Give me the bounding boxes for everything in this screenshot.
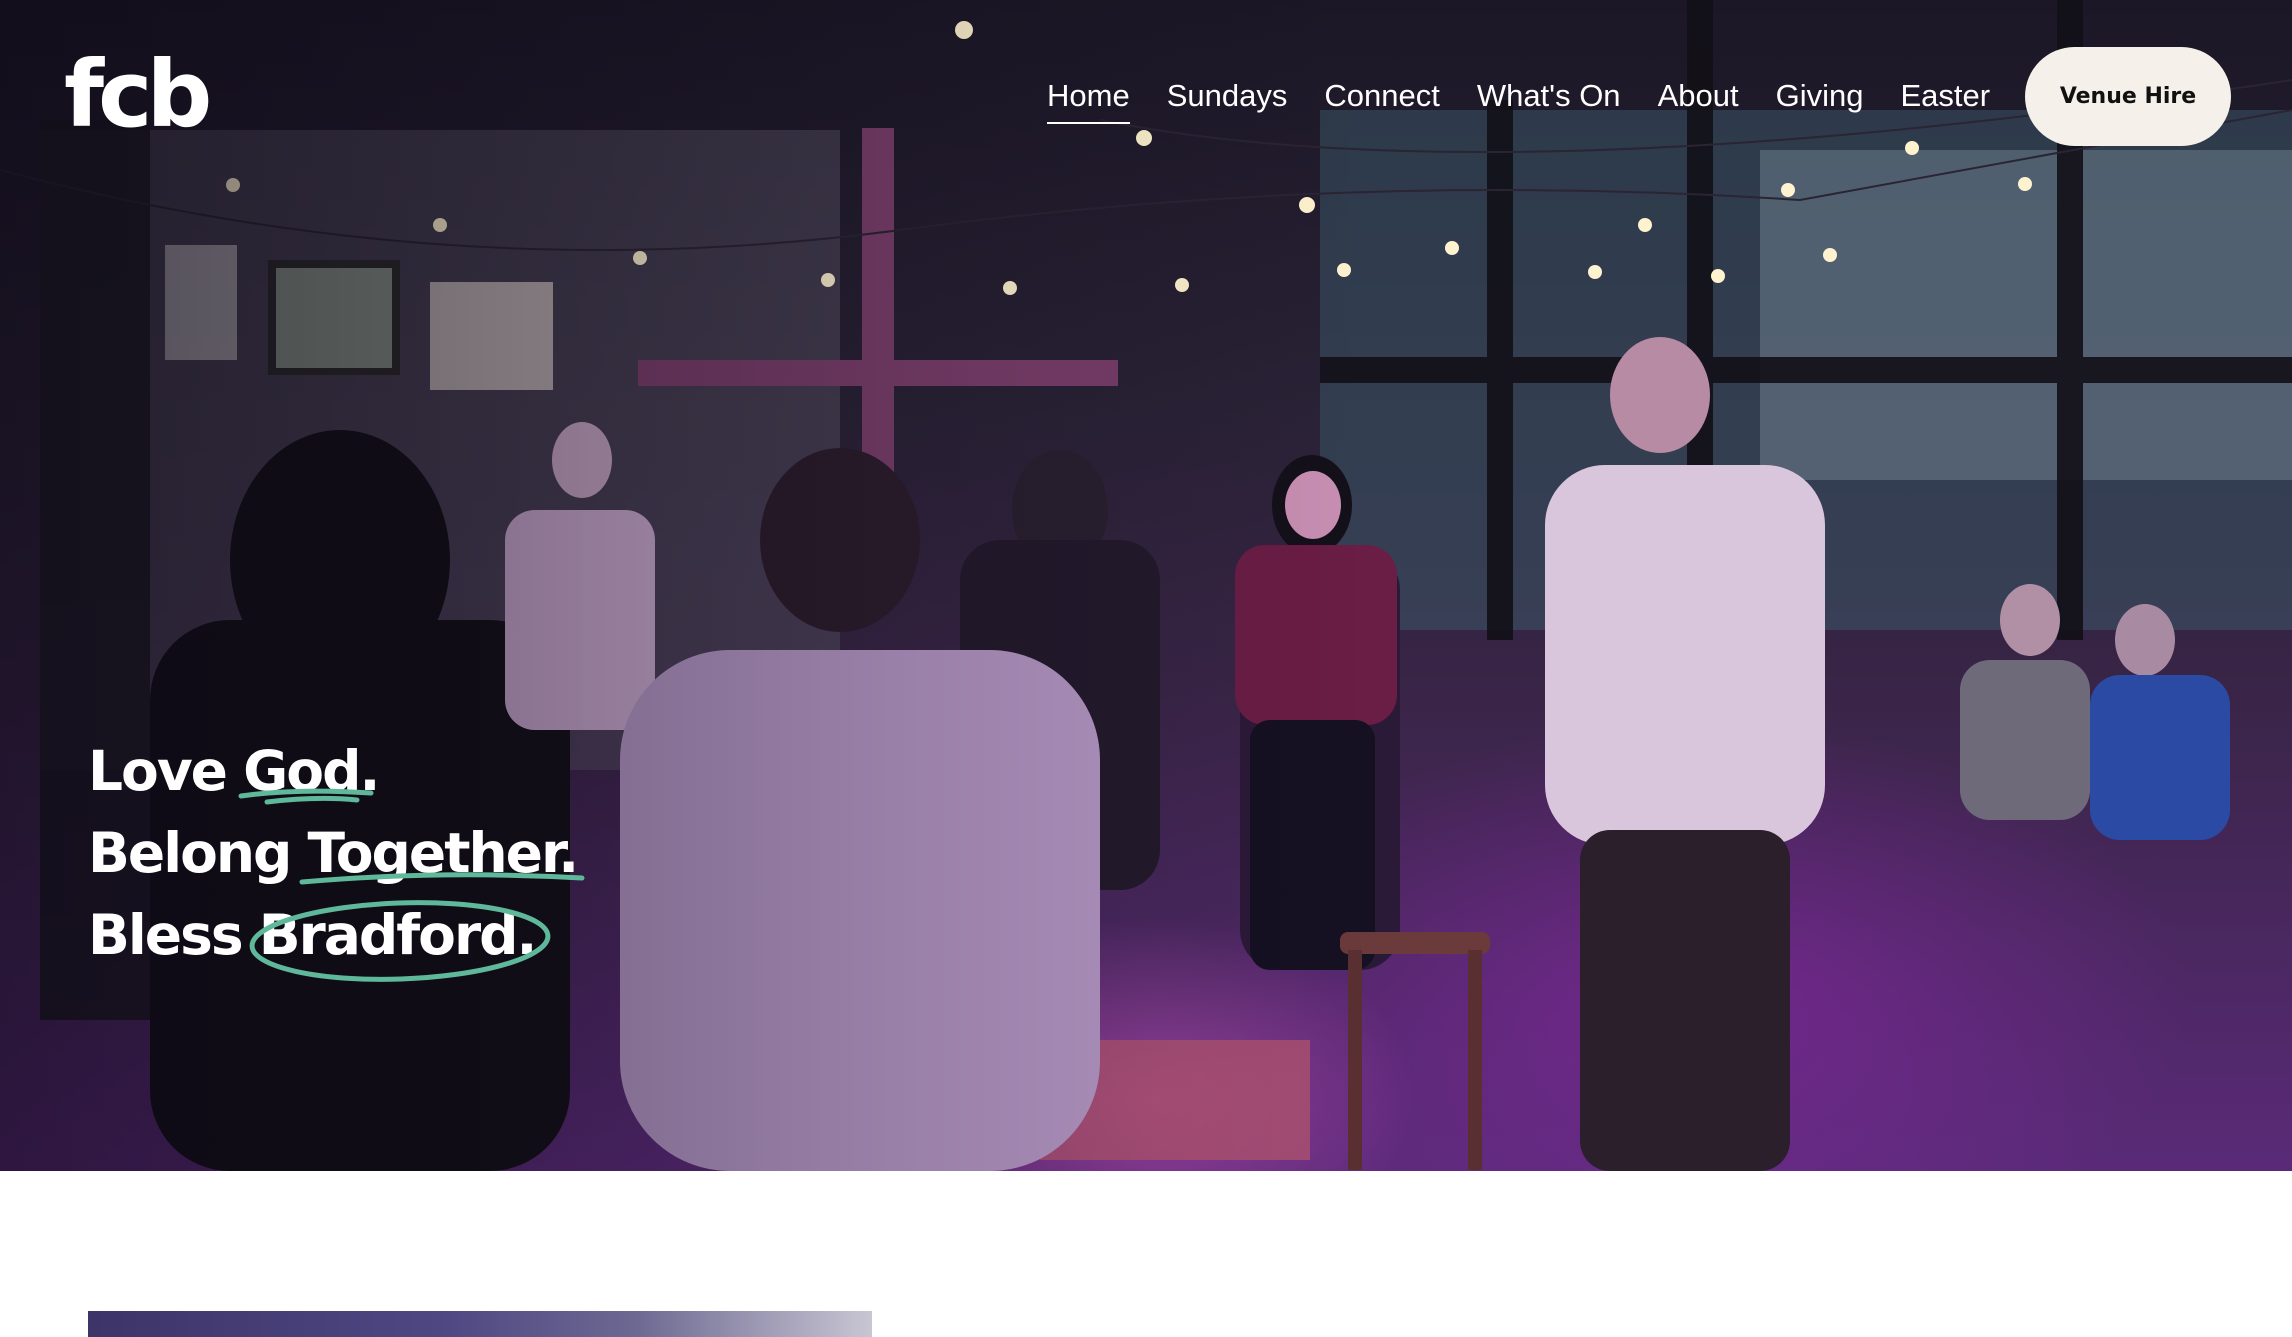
nav-item-connect[interactable]: Connect (1324, 70, 1439, 122)
nav-item-easter[interactable]: Easter (1900, 70, 1990, 122)
nav-item-sundays[interactable]: Sundays (1167, 70, 1288, 122)
main-nav: Home Sundays Connect What's On About Giv… (1047, 70, 2027, 124)
tagline-accent-text: God. (243, 739, 380, 803)
nav-item-whats-on[interactable]: What's On (1477, 70, 1621, 122)
tagline-accent-bradford: Bradford. (249, 894, 551, 982)
hero-section (0, 0, 2292, 1171)
nav-item-giving[interactable]: Giving (1776, 70, 1864, 122)
nav-item-about[interactable]: About (1658, 70, 1739, 122)
tagline-prefix: Belong (88, 821, 308, 885)
tagline-accent-text: Together. (307, 821, 580, 885)
logo[interactable]: fcb (64, 49, 212, 141)
hero-tagline: Love God. Belong Together. Bless Bradfor… (88, 730, 585, 982)
nav-item-home[interactable]: Home (1047, 70, 1130, 124)
tagline-line-belong-together: Belong Together. (88, 812, 585, 894)
venue-hire-button[interactable]: Venue Hire (2025, 47, 2231, 146)
tagline-line-love-god: Love God. (88, 730, 577, 812)
hero-overlay (0, 0, 2292, 1171)
tagline-accent-together: Together. (299, 812, 585, 894)
tagline-accent-text: Bradford. (258, 903, 538, 967)
tagline-prefix: Love (88, 739, 244, 803)
tagline-line-bless-bradford: Bless Bradford. (88, 894, 577, 982)
content-image-preview (88, 1311, 872, 1337)
tagline-prefix: Bless (88, 903, 259, 967)
tagline-accent-god: God. (238, 730, 380, 812)
